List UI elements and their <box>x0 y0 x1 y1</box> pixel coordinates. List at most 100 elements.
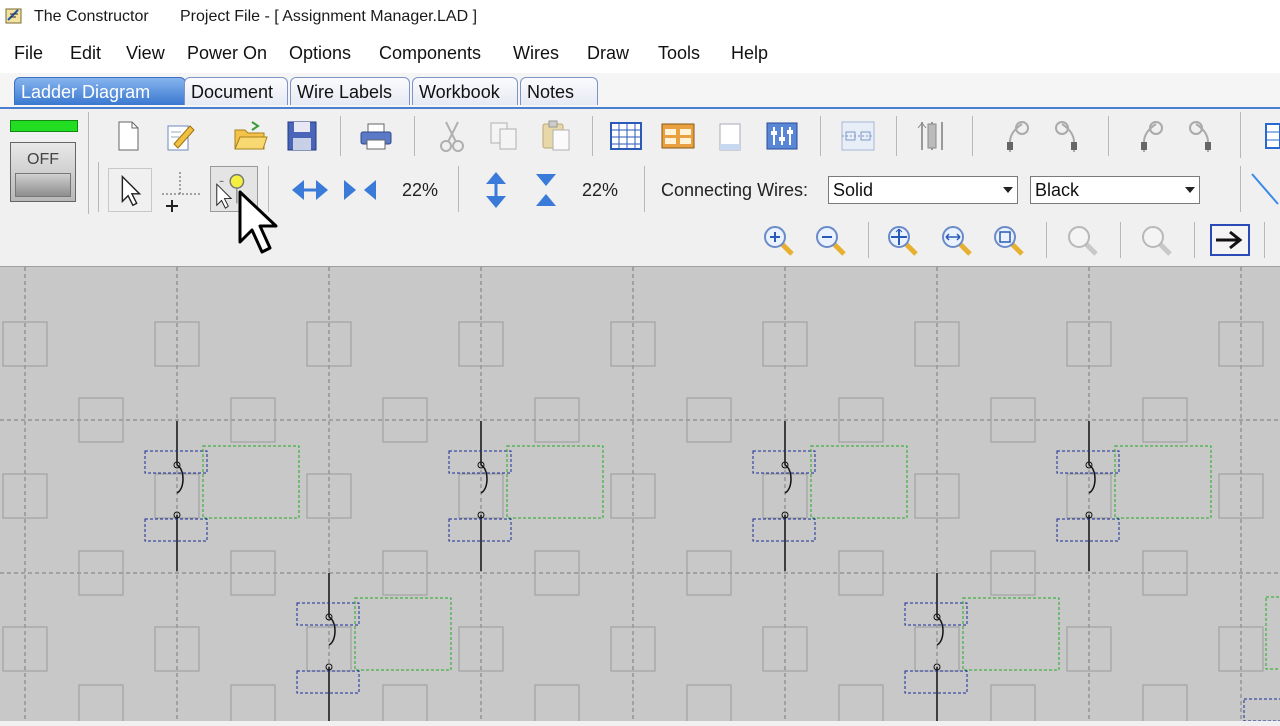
grid-cell <box>382 684 428 726</box>
menu-wires[interactable]: Wires <box>513 43 559 64</box>
zoom-page-icon[interactable] <box>990 222 1026 258</box>
contact-address-box <box>1243 698 1280 722</box>
grid-cell <box>230 684 276 726</box>
toolbar-separator <box>1194 222 1195 258</box>
zoom-fit-icon[interactable] <box>884 222 920 258</box>
cut-icon[interactable] <box>434 118 470 154</box>
zoom-in-icon[interactable] <box>760 222 796 258</box>
toolbar-separator <box>1240 166 1241 212</box>
align-icon[interactable] <box>840 118 876 154</box>
ladder-diagram-canvas[interactable] <box>0 266 1280 726</box>
save-disk-icon[interactable] <box>284 118 320 154</box>
tab-wire-labels[interactable]: Wire Labels <box>290 77 410 105</box>
copy-icon[interactable] <box>486 118 522 154</box>
vertical-zoom-percent: 22% <box>582 180 619 200</box>
contact-label-box <box>1114 445 1212 519</box>
mouse-cursor-icon <box>236 190 280 256</box>
contact-label-box <box>810 445 908 519</box>
menu-components[interactable]: Components <box>379 43 481 64</box>
contact-label-box <box>962 597 1060 671</box>
contact-symbol <box>784 464 792 494</box>
app-name: The Constructor <box>34 8 149 25</box>
slider-icon[interactable] <box>914 118 950 154</box>
wire-left-icon[interactable] <box>996 118 1032 154</box>
ladder-grid <box>0 267 1280 726</box>
contact-label-box <box>506 445 604 519</box>
horizontal-zoom-percent: 22% <box>402 180 439 200</box>
page-icon[interactable] <box>712 118 748 154</box>
toolbar-separator <box>1240 112 1241 158</box>
wire-style-value: Solid <box>833 180 874 200</box>
contact-address-box <box>448 518 512 542</box>
open-folder-icon[interactable] <box>232 118 268 154</box>
tab-strip: Ladder Diagram Document Wire Labels Work… <box>0 73 1280 109</box>
power-button[interactable]: OFF <box>10 142 76 202</box>
menu-view[interactable]: View <box>126 43 165 64</box>
grid-view-icon[interactable] <box>608 118 644 154</box>
compress-horizontal-icon[interactable] <box>290 172 330 208</box>
contact-address-box <box>752 518 816 542</box>
menu-edit[interactable]: Edit <box>70 43 101 64</box>
grid-cell <box>78 684 124 726</box>
contact-address-box <box>144 518 208 542</box>
contact-address-box <box>296 670 360 694</box>
tab-document[interactable]: Document <box>184 77 288 105</box>
toolbar-separator <box>896 116 897 156</box>
toolbar-separator <box>414 116 415 156</box>
toolbar-separator <box>1046 222 1047 258</box>
zoom-out-icon[interactable] <box>812 222 848 258</box>
chevron-down-icon <box>1185 187 1195 193</box>
compress-vertical-icon[interactable] <box>530 170 562 210</box>
zoom-disabled-1-icon[interactable] <box>1064 222 1100 258</box>
edit-pencil-icon[interactable] <box>162 118 198 154</box>
toolbar-separator <box>820 116 821 156</box>
wire-color-select[interactable]: Black <box>1030 176 1200 204</box>
title-bar: The Constructor Project File - [ Assignm… <box>0 0 1280 35</box>
zoom-disabled-2-icon[interactable] <box>1138 222 1174 258</box>
wire-right-icon[interactable] <box>1052 118 1088 154</box>
toolbar-separator <box>458 166 459 212</box>
wire-color-value: Black <box>1035 180 1080 200</box>
power-led <box>10 120 78 132</box>
paste-icon[interactable] <box>538 118 574 154</box>
grid-cell <box>838 684 884 726</box>
menu-tools[interactable]: Tools <box>658 43 700 64</box>
tab-workbook[interactable]: Workbook <box>412 77 518 105</box>
select-arrow-icon[interactable] <box>108 168 152 212</box>
print-icon[interactable] <box>358 118 394 154</box>
menu-file[interactable]: File <box>14 43 43 64</box>
contact-label-box <box>354 597 452 671</box>
menu-options[interactable]: Options <box>289 43 351 64</box>
draw-line-icon[interactable] <box>1250 170 1280 210</box>
power-button-base <box>15 173 71 197</box>
menu-bar: File Edit View Power On Options Componen… <box>0 35 1280 73</box>
wire-right-2-icon[interactable] <box>1186 118 1222 154</box>
toolbar-separator <box>868 222 869 258</box>
toolbar-separator <box>1108 116 1109 156</box>
tab-notes[interactable]: Notes <box>520 77 598 105</box>
component-view-icon[interactable] <box>764 118 800 154</box>
menu-help[interactable]: Help <box>731 43 768 64</box>
expand-horizontal-icon[interactable] <box>340 172 380 208</box>
grid-cell <box>1142 684 1188 726</box>
menu-power-on[interactable]: Power On <box>187 43 267 64</box>
zoom-width-icon[interactable] <box>938 222 974 258</box>
grid-cell <box>534 684 580 726</box>
crosshair-grid-icon[interactable] <box>158 168 204 212</box>
project-title: Project File - [ Assignment Manager.LAD … <box>180 8 478 25</box>
table-view-icon[interactable] <box>660 118 696 154</box>
wire-left-2-icon[interactable] <box>1130 118 1166 154</box>
contact-address-box <box>1056 518 1120 542</box>
menu-draw[interactable]: Draw <box>587 43 629 64</box>
toolbar-separator <box>1264 222 1265 258</box>
power-label: OFF <box>27 151 59 168</box>
grid-view-icon-partial[interactable] <box>1258 118 1280 154</box>
next-arrow-icon[interactable] <box>1208 222 1252 258</box>
power-switch[interactable]: OFF <box>8 118 80 208</box>
expand-vertical-icon[interactable] <box>480 170 512 210</box>
contact-symbol <box>936 616 944 646</box>
wire-style-select[interactable]: Solid <box>828 176 1018 204</box>
toolbar-separator <box>972 116 973 156</box>
new-file-icon[interactable] <box>110 118 146 154</box>
tab-ladder-diagram[interactable]: Ladder Diagram <box>14 77 186 105</box>
